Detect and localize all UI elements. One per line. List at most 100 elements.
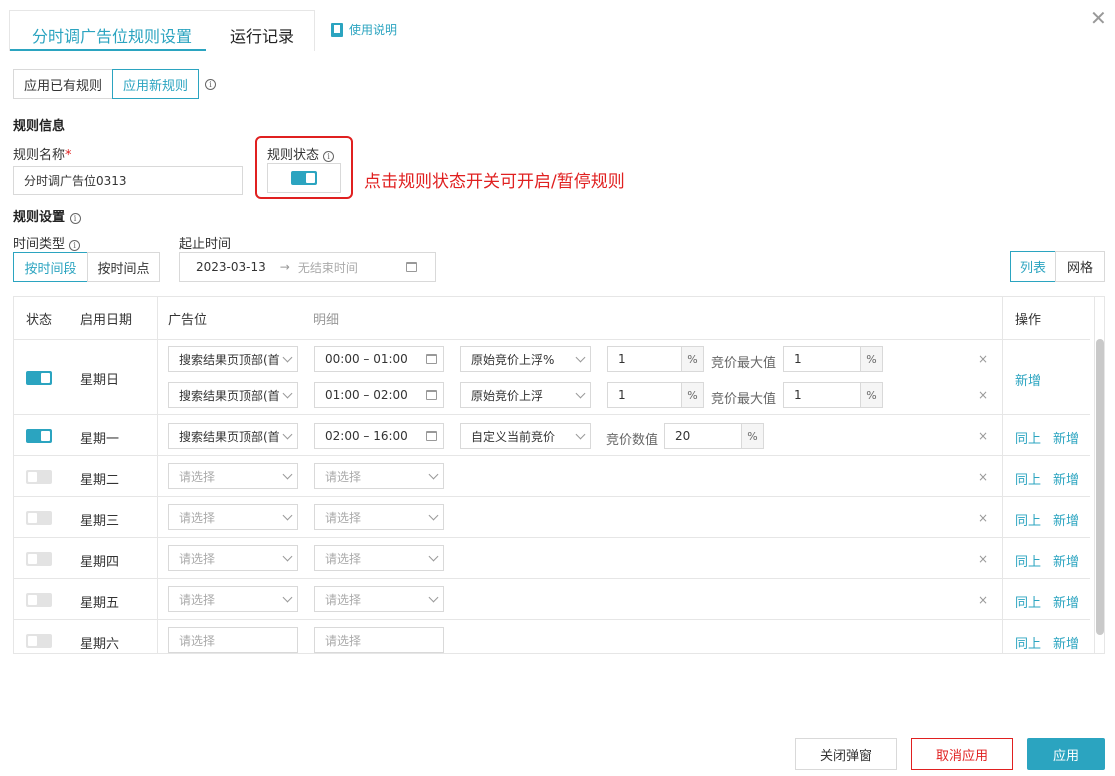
time-range-input[interactable]: 01:00 – 02:00: [314, 382, 444, 408]
slot-select[interactable]: 请选择: [168, 545, 298, 571]
close-icon[interactable]: ✕: [1090, 6, 1107, 30]
row-status-toggle[interactable]: [26, 429, 52, 443]
tab-rule-settings[interactable]: 分时调广告位规则设置: [32, 23, 192, 47]
time-select[interactable]: 请选择: [314, 545, 444, 571]
remove-line-icon[interactable]: ×: [978, 388, 988, 402]
remove-line-icon[interactable]: ×: [978, 352, 988, 366]
remove-line-icon[interactable]: ×: [978, 429, 988, 443]
same-as-above-button[interactable]: 同上: [1015, 592, 1041, 611]
chevron-down-icon: [575, 352, 586, 363]
add-button[interactable]: 新增: [1053, 633, 1079, 652]
time-type-period-button[interactable]: 按时间段: [13, 252, 88, 282]
apply-existing-rule-button[interactable]: 应用已有规则: [13, 69, 113, 99]
annotation-text: 点击规则状态开关可开启/暂停规则: [364, 172, 625, 192]
time-select[interactable]: 请选择: [314, 627, 444, 653]
rule-status-toggle[interactable]: [291, 171, 317, 185]
row-day: 星期三: [80, 514, 120, 529]
slot-select[interactable]: 请选择: [168, 586, 298, 612]
table-scrollbar[interactable]: [1096, 339, 1104, 635]
time-placeholder: 请选择: [325, 469, 362, 484]
cancel-apply-button[interactable]: 取消应用: [911, 738, 1013, 770]
slot-select[interactable]: 请选择: [168, 627, 298, 653]
add-button[interactable]: 新增: [1053, 469, 1079, 488]
time-range-input[interactable]: 02:00 – 16:00: [314, 423, 444, 449]
view-list-button[interactable]: 列表: [1010, 251, 1056, 282]
remove-line-icon[interactable]: ×: [978, 552, 988, 566]
rule-status-label: 规则状态 i: [267, 144, 335, 163]
chevron-down-icon: [575, 429, 586, 440]
bid-mode-select[interactable]: 自定义当前竞价: [460, 423, 591, 449]
remove-line-icon[interactable]: ×: [978, 470, 988, 484]
time-placeholder: 请选择: [325, 633, 362, 648]
date-range-picker[interactable]: 2023-03-13 → 无结束时间: [179, 252, 436, 282]
add-button[interactable]: 新增: [1015, 370, 1041, 389]
time-select[interactable]: 请选择: [314, 504, 444, 530]
tab-run-logs[interactable]: 运行记录: [230, 23, 294, 47]
bid-mode: 原始竞价上浮: [471, 388, 544, 403]
date-range-label: 起止时间: [179, 237, 232, 252]
row-status-toggle[interactable]: [26, 371, 52, 385]
col-divider: [1002, 297, 1003, 653]
slot-select[interactable]: 搜索结果页顶部(首: [168, 423, 298, 449]
rule-name-input[interactable]: 分时调广告位0313: [13, 166, 243, 195]
slot-select[interactable]: 搜索结果页顶部(首: [168, 346, 298, 372]
end-date-placeholder: 无结束时间: [297, 260, 358, 275]
add-button[interactable]: 新增: [1053, 551, 1079, 570]
percent-addon: %: [860, 347, 882, 371]
same-as-above-button[interactable]: 同上: [1015, 551, 1041, 570]
remove-line-icon[interactable]: ×: [978, 511, 988, 525]
row-status-toggle[interactable]: [26, 634, 52, 648]
same-as-above-button[interactable]: 同上: [1015, 469, 1041, 488]
row-status-toggle[interactable]: [26, 511, 52, 525]
remove-line-icon[interactable]: ×: [978, 593, 988, 607]
rule-settings-title-text: 规则设置: [13, 210, 66, 225]
time-type-point-button[interactable]: 按时间点: [87, 252, 160, 282]
info-icon[interactable]: i: [205, 79, 216, 90]
row-divider: [14, 455, 1090, 456]
time-select[interactable]: 请选择: [314, 586, 444, 612]
row-divider: [14, 339, 1090, 340]
view-grid-button[interactable]: 网格: [1055, 251, 1105, 282]
row-status-toggle[interactable]: [26, 470, 52, 484]
same-as-above-button[interactable]: 同上: [1015, 510, 1041, 529]
slot-select[interactable]: 请选择: [168, 463, 298, 489]
row-divider: [14, 537, 1090, 538]
add-button[interactable]: 新增: [1053, 428, 1079, 447]
add-button[interactable]: 新增: [1053, 592, 1079, 611]
time-placeholder: 请选择: [325, 551, 362, 566]
chevron-down-icon: [428, 510, 439, 521]
chevron-down-icon: [575, 388, 586, 399]
row-status-toggle[interactable]: [26, 552, 52, 566]
slot-select[interactable]: 请选择: [168, 504, 298, 530]
apply-new-rule-button[interactable]: 应用新规则: [112, 69, 199, 99]
add-button[interactable]: 新增: [1053, 510, 1079, 529]
bid-value-input[interactable]: 20%: [664, 423, 764, 449]
help-link[interactable]: 使用说明: [331, 21, 397, 38]
close-dialog-button[interactable]: 关闭弹窗: [795, 738, 897, 770]
time-select[interactable]: 请选择: [314, 463, 444, 489]
percent-input[interactable]: 1%: [607, 346, 704, 372]
info-icon[interactable]: i: [69, 240, 81, 251]
tab-bar: 分时调广告位规则设置 运行记录: [9, 10, 315, 51]
bid-mode-select[interactable]: 原始竞价上浮%: [460, 346, 591, 372]
chevron-down-icon: [282, 388, 293, 399]
same-as-above-button[interactable]: 同上: [1015, 633, 1041, 652]
max-bid-input[interactable]: 1%: [783, 346, 883, 372]
rule-name-label: 规则名称*: [13, 144, 72, 163]
max-bid-label: 竞价最大值: [711, 356, 777, 371]
slot-select[interactable]: 搜索结果页顶部(首: [168, 382, 298, 408]
active-tab-underline: [10, 49, 206, 51]
apply-button[interactable]: 应用: [1027, 738, 1105, 770]
row-status-toggle[interactable]: [26, 593, 52, 607]
info-icon[interactable]: i: [323, 151, 335, 162]
slot-value: 搜索结果页顶部(首: [179, 388, 280, 403]
slot-value: 搜索结果页顶部(首: [179, 352, 280, 367]
percent-input[interactable]: 1%: [607, 382, 704, 408]
time-type-label-text: 时间类型: [13, 237, 66, 252]
max-bid-input[interactable]: 1%: [783, 382, 883, 408]
bid-mode-select[interactable]: 原始竞价上浮: [460, 382, 591, 408]
chevron-down-icon: [282, 469, 293, 480]
same-as-above-button[interactable]: 同上: [1015, 428, 1041, 447]
time-range-input[interactable]: 00:00 – 01:00: [314, 346, 444, 372]
info-icon[interactable]: i: [69, 213, 81, 224]
